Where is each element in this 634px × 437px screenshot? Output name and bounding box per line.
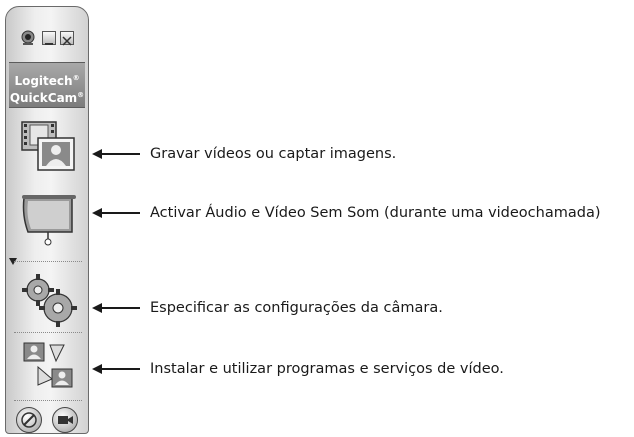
callout-arrow <box>92 208 140 218</box>
separator <box>14 261 82 262</box>
separator <box>14 400 82 401</box>
logitech-quickcam-logo: Logitech® QuickCam® <box>9 62 85 108</box>
video-call-button[interactable] <box>52 407 78 433</box>
title-bar <box>12 27 84 53</box>
screen-projector-icon <box>22 195 76 246</box>
video-services-icon <box>23 342 73 388</box>
help-button[interactable] <box>16 407 42 433</box>
help-icon <box>21 412 37 428</box>
webcam-icon <box>21 30 35 45</box>
separator <box>14 332 82 333</box>
video-services-button[interactable] <box>18 339 80 395</box>
film-camera-icon <box>21 121 75 171</box>
callout-arrow <box>92 149 140 159</box>
callout-mute: Activar Áudio e Vídeo Sem Som (durante u… <box>150 205 601 221</box>
callout-arrow <box>92 303 140 313</box>
close-icon <box>62 36 72 46</box>
camera-settings-button[interactable] <box>18 272 80 328</box>
video-mute-button[interactable] <box>18 192 80 248</box>
callout-arrow <box>92 364 140 374</box>
close-button[interactable] <box>60 31 74 46</box>
minimize-button[interactable] <box>42 31 56 45</box>
video-camera-icon <box>58 416 73 424</box>
quickcam-toolbar: Logitech® QuickCam® <box>5 6 89 434</box>
gears-icon <box>22 274 77 327</box>
callout-services: Instalar e utilizar programas e serviços… <box>150 361 504 377</box>
minimize-icon <box>45 43 53 45</box>
callout-settings: Especificar as configurações da câmara. <box>150 300 443 316</box>
callout-record: Gravar vídeos ou captar imagens. <box>150 146 397 162</box>
capture-video-button[interactable] <box>18 118 80 174</box>
